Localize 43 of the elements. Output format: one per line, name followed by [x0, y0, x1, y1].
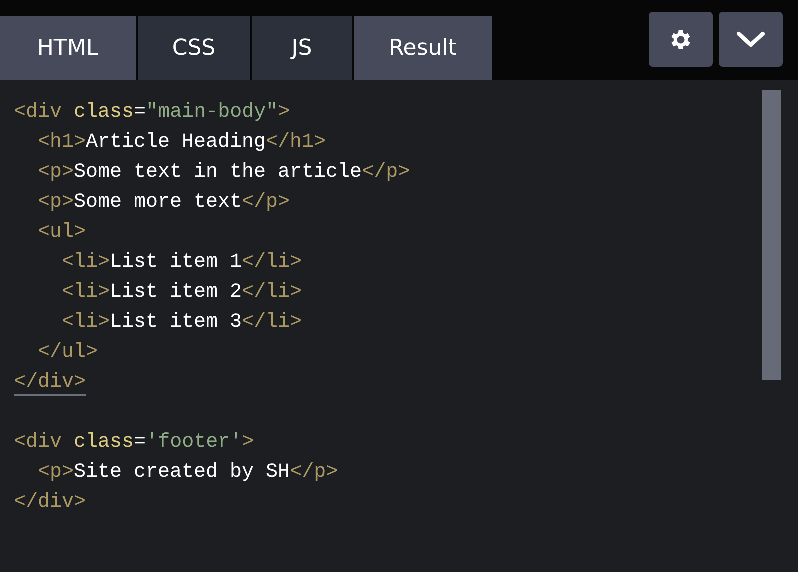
code-tag: <ul>	[38, 221, 86, 244]
code-string: "main-body"	[146, 101, 278, 124]
code-text: List item 3	[110, 311, 242, 334]
code-tag: </li>	[242, 281, 302, 304]
code-tag: </div>	[14, 371, 86, 396]
collapse-button[interactable]	[719, 12, 783, 67]
scrollbar-thumb[interactable]	[762, 90, 781, 380]
code-tag: <p>	[38, 461, 74, 484]
chevron-down-icon	[736, 30, 766, 48]
editor-tab[interactable]: CSS	[138, 16, 250, 80]
code-string: 'footer'	[146, 431, 242, 454]
code-tag: </div>	[14, 491, 86, 514]
code-text: List item 1	[110, 251, 242, 274]
code-text: =	[134, 101, 146, 124]
code-tag: >	[278, 101, 290, 124]
code-tag: <div	[14, 101, 62, 124]
code-attribute: class	[74, 431, 134, 454]
editor-tab[interactable]: HTML	[0, 16, 136, 80]
code-tag: <li>	[62, 281, 110, 304]
settings-button[interactable]	[649, 12, 713, 67]
code-tag: <p>	[38, 161, 74, 184]
code-tag: </h1>	[266, 131, 326, 154]
code-text: List item 2	[110, 281, 242, 304]
code-text: Some more text	[74, 191, 242, 214]
code-tag: </p>	[290, 461, 338, 484]
code-text: Article Heading	[86, 131, 266, 154]
code-tag: <h1>	[38, 131, 86, 154]
code-attribute: class	[74, 101, 134, 124]
code-tag: >	[242, 431, 254, 454]
editor-tab[interactable]: Result	[354, 16, 492, 80]
code-tag: </li>	[242, 251, 302, 274]
editor-tab[interactable]: JS	[252, 16, 352, 80]
code-tag: </ul>	[38, 341, 98, 364]
code-tag: </p>	[242, 191, 290, 214]
code-tag: <div	[14, 431, 62, 454]
code-tag: </p>	[362, 161, 410, 184]
code-tag: </li>	[242, 311, 302, 334]
code-tag: <li>	[62, 251, 110, 274]
code-tag: <p>	[38, 191, 74, 214]
code-text: Site created by SH	[74, 461, 290, 484]
code-text: Some text in the article	[74, 161, 362, 184]
code-tag: <li>	[62, 311, 110, 334]
code-text: =	[134, 431, 146, 454]
